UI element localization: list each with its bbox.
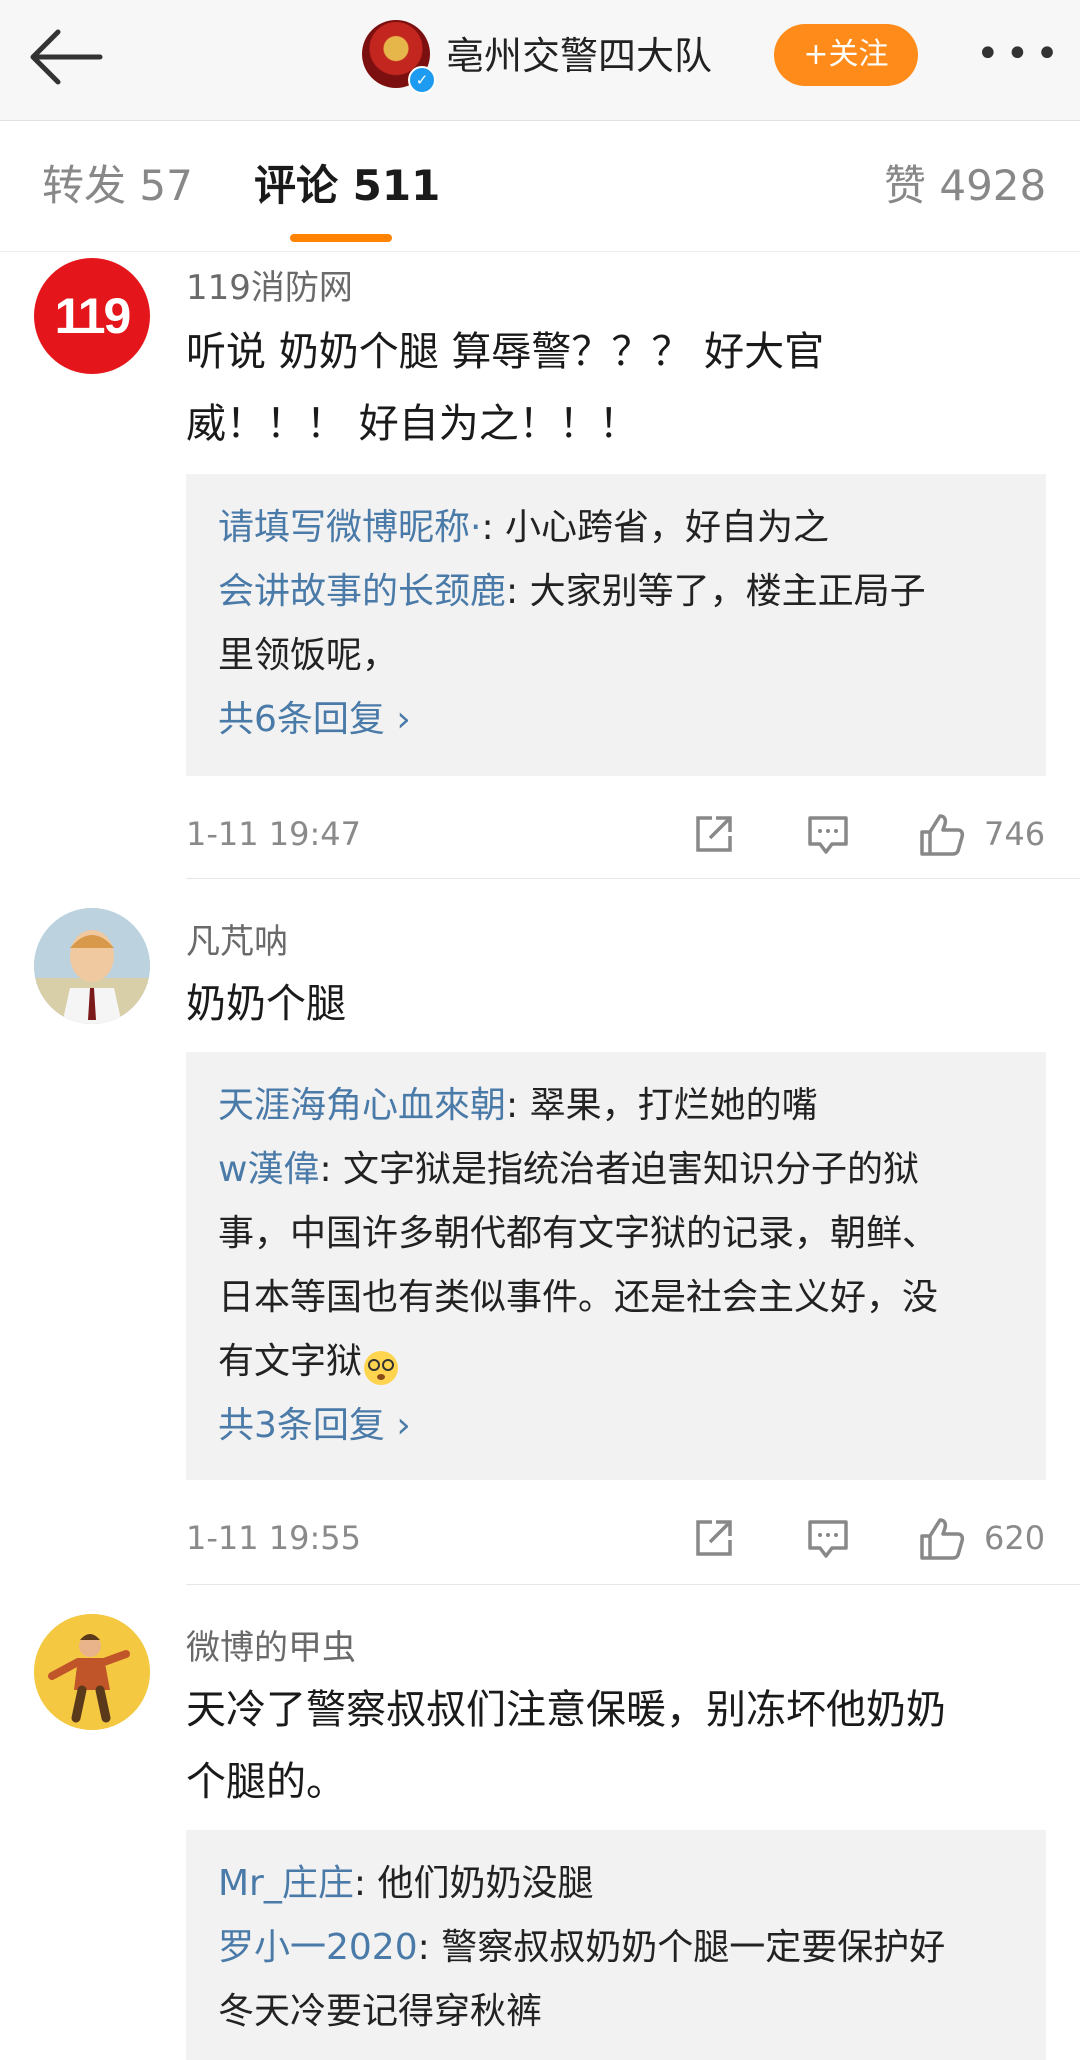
account-name[interactable]: 亳州交警四大队	[446, 26, 712, 86]
repost-icon[interactable]	[692, 1516, 736, 1560]
comment-meta-row: 1-11 19:47 746	[186, 804, 1046, 864]
comment-text: 天冷了警察叔叔们注意保暖，别冻坏他奶奶 个腿的。	[186, 1674, 1046, 1818]
comment-meta-row: 1-11 19:55 620	[186, 1508, 1046, 1568]
reply-item: 会讲故事的长颈鹿: 大家别等了，楼主正局子 里领饭呢，	[218, 560, 1014, 688]
comment-time: 1-11 19:47	[186, 815, 362, 853]
reply-item: 罗小一2020: 警察叔叔奶奶个腿一定要保护好 冬天冷要记得穿秋裤	[218, 1916, 1014, 2044]
reply-text: : 翠果，打烂她的嘴	[506, 1085, 818, 1126]
repost-icon[interactable]	[692, 812, 736, 856]
comment-text: 听说 奶奶个腿 算辱警？？？ 好大官 威！！！ 好自为之！！！	[186, 316, 1046, 460]
comment-text-line: 奶奶个腿	[186, 981, 346, 1027]
like-count: 746	[984, 815, 1046, 853]
reply-item: Mr_庄庄: 他们奶奶没腿	[218, 1852, 1014, 1916]
reply-username[interactable]: Mr_庄庄	[218, 1863, 354, 1904]
reply-text: : 大家别等了，楼主正局子	[506, 571, 926, 612]
reply-text: : 警察叔叔奶奶个腿一定要保护好	[417, 1927, 946, 1968]
divider	[186, 1584, 1080, 1585]
replies-box: 请填写微博昵称·: 小心跨省，好自为之 会讲故事的长颈鹿: 大家别等了，楼主正局…	[186, 474, 1046, 776]
like-thumb-icon[interactable]	[918, 812, 965, 856]
reply-comment-icon[interactable]	[806, 812, 850, 856]
tab-bar: 转发 57 评论 511 赞 4928	[0, 121, 1080, 252]
divider	[186, 878, 1080, 879]
reply-username[interactable]: 请填写微博昵称·	[218, 507, 481, 548]
comment-username[interactable]: 119消防网	[186, 260, 353, 309]
reply-item: w漢偉: 文字狱是指统治者迫害知识分子的狱 事，中国许多朝代都有文字狱的记录，朝…	[218, 1138, 1014, 1394]
comment-text: 奶奶个腿	[186, 968, 1046, 1040]
reply-text: : 他们奶奶没腿	[353, 1863, 594, 1904]
replies-box: Mr_庄庄: 他们奶奶没腿 罗小一2020: 警察叔叔奶奶个腿一定要保护好 冬天…	[186, 1830, 1046, 2060]
user-avatar[interactable]	[34, 1614, 150, 1730]
active-tab-indicator	[290, 234, 392, 242]
reply-username[interactable]: 天涯海角心血來朝	[218, 1085, 506, 1126]
comment-text-line: 威！！！ 好自为之！！！	[186, 401, 639, 447]
reply-text-continued: 日本等国也有类似事件。还是社会主义好，没	[218, 1277, 939, 1318]
back-arrow-icon[interactable]	[26, 24, 106, 90]
reply-text: : 文字狱是指统治者迫害知识分子的狱	[319, 1149, 920, 1190]
reply-text-continued: 里领饭呢，	[218, 635, 399, 676]
dizzy-face-emoji-icon	[362, 1344, 400, 1385]
reply-item: 天涯海角心血來朝: 翠果，打烂她的嘴	[218, 1074, 1014, 1138]
follow-button[interactable]: +关注	[774, 24, 918, 86]
like-count: 620	[984, 1519, 1046, 1557]
user-avatar[interactable]: 119	[34, 258, 150, 374]
tab-comments[interactable]: 评论 511	[254, 161, 440, 211]
reply-item: 请填写微博昵称·: 小心跨省，好自为之	[218, 496, 1014, 560]
avatar-text: 119	[54, 288, 132, 344]
reply-comment-icon[interactable]	[806, 1516, 850, 1560]
comment-time: 1-11 19:55	[186, 1519, 362, 1557]
comment-username[interactable]: 微博的甲虫	[186, 1620, 356, 1669]
reply-text-continued: 事，中国许多朝代都有文字狱的记录，朝鲜、	[218, 1213, 939, 1254]
view-more-replies-link[interactable]: 共6条回复 ›	[218, 688, 1014, 752]
comment-username[interactable]: 凡芃呐	[186, 914, 288, 963]
reply-username[interactable]: w漢偉	[218, 1149, 319, 1190]
reply-text-continued: 冬天冷要记得穿秋裤	[218, 1991, 543, 2032]
reply-text-continued: 有文字狱	[218, 1341, 363, 1382]
reply-text: : 小心跨省，好自为之	[481, 507, 830, 548]
verified-badge-icon: ✓	[408, 66, 436, 94]
tab-likes[interactable]: 赞 4928	[884, 161, 1046, 211]
more-options-icon[interactable]: •••	[976, 22, 1066, 86]
tab-reposts[interactable]: 转发 57	[42, 161, 193, 211]
comment-text-line: 听说 奶奶个腿 算辱警？？？ 好大官	[186, 329, 825, 375]
view-more-replies-link[interactable]: 共3条回复 ›	[218, 1394, 1014, 1458]
replies-box: 天涯海角心血來朝: 翠果，打烂她的嘴 w漢偉: 文字狱是指统治者迫害知识分子的狱…	[186, 1052, 1046, 1480]
top-nav-bar: ✓ 亳州交警四大队 +关注 •••	[0, 0, 1080, 121]
comment-text-line: 个腿的。	[186, 1759, 346, 1805]
comment-text-line: 天冷了警察叔叔们注意保暖，别冻坏他奶奶	[186, 1687, 946, 1733]
like-thumb-icon[interactable]	[918, 1516, 965, 1560]
reply-username[interactable]: 罗小一2020	[218, 1927, 418, 1968]
user-avatar[interactable]	[34, 908, 150, 1024]
reply-username[interactable]: 会讲故事的长颈鹿	[218, 571, 506, 612]
